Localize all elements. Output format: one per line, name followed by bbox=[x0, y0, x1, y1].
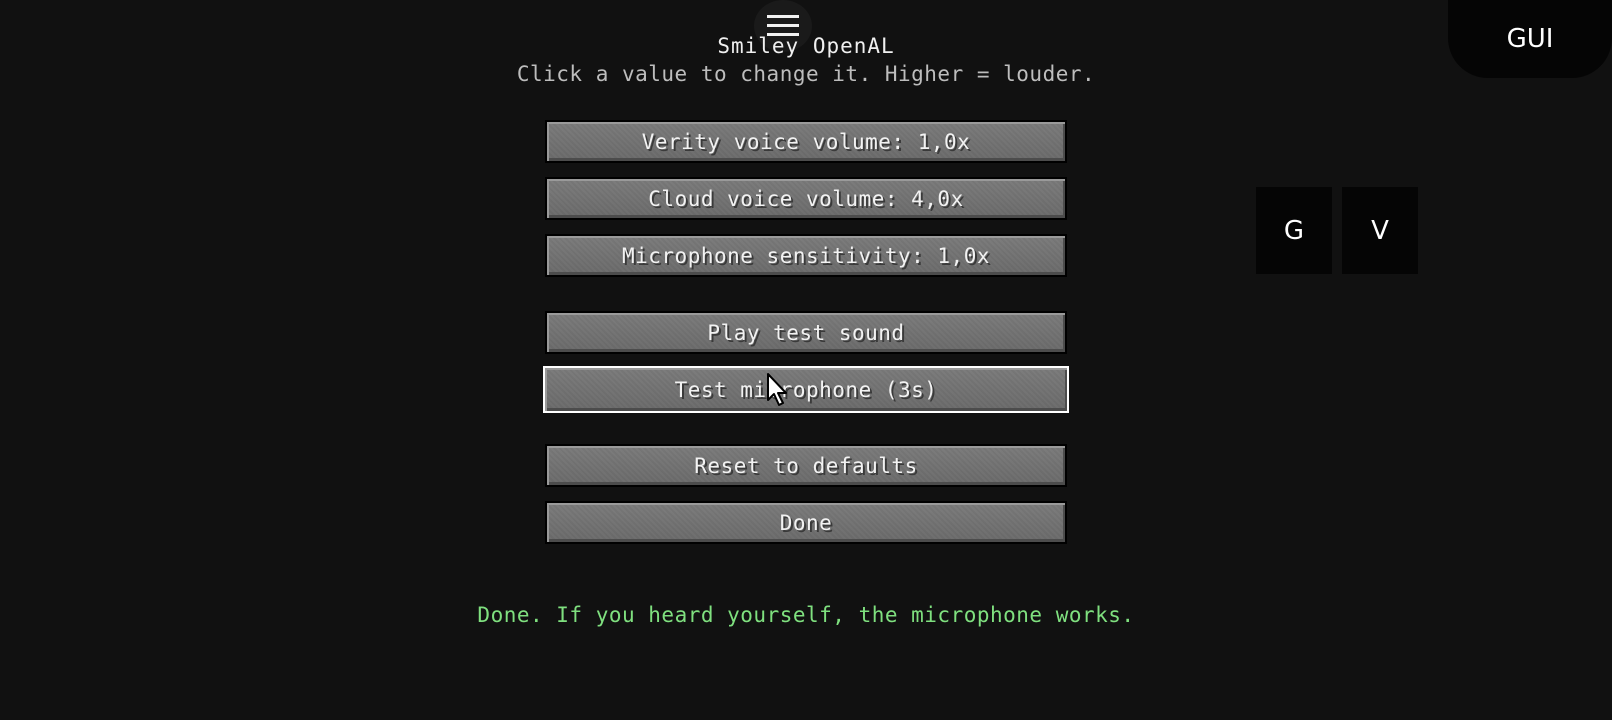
v-key-button[interactable]: V bbox=[1342, 187, 1418, 274]
cloud-volume-button[interactable]: Cloud voice volume: 4,0x bbox=[545, 177, 1067, 220]
test-microphone-button[interactable]: Test microphone (3s) bbox=[543, 366, 1069, 413]
page-title: Smiley OpenAL bbox=[717, 34, 895, 58]
page-subtitle: Click a value to change it. Higher = lou… bbox=[516, 62, 1096, 86]
mouse-cursor-icon bbox=[767, 373, 787, 406]
done-button[interactable]: Done bbox=[545, 501, 1067, 544]
play-test-sound-button[interactable]: Play test sound bbox=[545, 311, 1067, 354]
mic-sensitivity-button[interactable]: Microphone sensitivity: 1,0x bbox=[545, 234, 1067, 277]
status-message: Done. If you heard yourself, the microph… bbox=[477, 603, 1135, 627]
gui-button[interactable]: GUI bbox=[1448, 0, 1612, 78]
verity-volume-button[interactable]: Verity voice volume: 1,0x bbox=[545, 120, 1067, 163]
reset-defaults-button[interactable]: Reset to defaults bbox=[545, 444, 1067, 487]
g-key-button[interactable]: G bbox=[1256, 187, 1332, 274]
